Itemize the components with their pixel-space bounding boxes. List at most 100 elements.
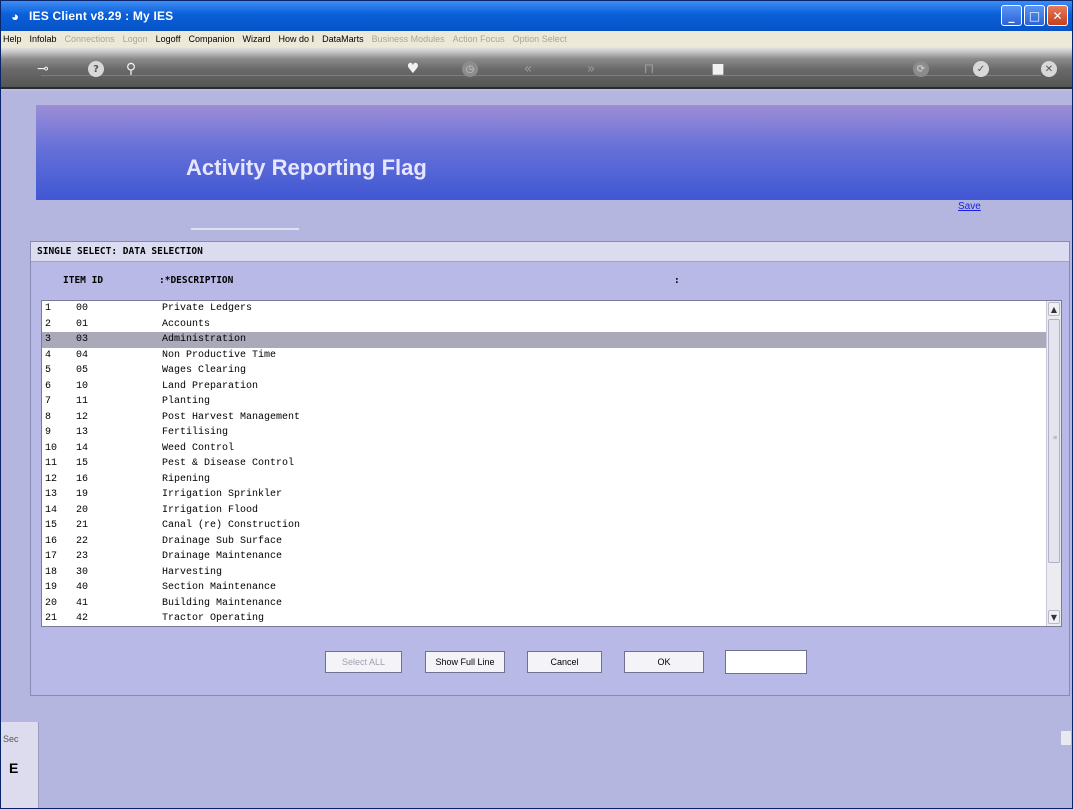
menu-bar: Help Infolab Connections Logon Logoff Compani… [1,31,1072,47]
row-number: 18 [45,566,58,578]
item-description: Land Preparation [162,380,259,392]
title-bar[interactable]: ◕ IES Client v8.29 : My IES _ □ ✕ [1,1,1072,31]
edge-tab [1061,731,1071,745]
search-icon[interactable]: ⚲ [119,57,143,81]
dialog-title: SINGLE SELECT: DATA SELECTION [37,246,203,257]
list-item[interactable]: 15 21 Canal (re) Construction [42,518,1061,534]
side-panel: Sec E [1,722,39,808]
square-icon[interactable]: ■ [706,57,730,81]
menu-item-connections[interactable]: Connections [65,34,115,44]
item-description: Wages Clearing [162,365,247,376]
item-description: Pest & Disease Control [162,458,295,469]
list-item[interactable]: 14 20 Irrigation Flood [42,503,1061,519]
row-number: 9 [45,427,52,438]
item-id: 40 [76,582,89,593]
key-icon[interactable]: ⊸ [31,57,55,81]
list-item[interactable]: 18 30 Harvesting [42,565,1061,581]
check-icon[interactable]: ✓ [969,57,993,81]
ok-button[interactable]: OK [624,651,704,673]
close-icon[interactable]: ✕ [1037,57,1061,81]
stop-icon[interactable]: ⊓ [637,57,661,81]
row-number: 10 [45,442,58,454]
list-item[interactable]: 21 42 Tractor Operating [42,611,1061,626]
selection-list[interactable]: 1 00 Private Ledgers 2 01 Accounts 3 03 Administ… [41,300,1062,627]
item-id: 42 [76,613,89,624]
scroll-down-icon[interactable]: ▼ [1048,610,1060,624]
item-description: Ripening [162,473,211,485]
list-item[interactable]: 17 23 Drainage Maintenance [42,549,1061,565]
item-description: Administration [162,334,247,345]
item-description: Building Maintenance [162,597,283,609]
list-item[interactable]: 2 01 Accounts [42,317,1061,333]
tab-indicator [191,228,299,230]
item-description: Non Productive Time [162,349,277,361]
scroll-thumb[interactable]: ≡ [1048,319,1060,563]
item-description: Irrigation Flood [162,504,259,516]
row-number: 1 [45,303,52,314]
show-full-line-button[interactable]: Show Full Line [425,651,505,673]
item-description: Private Ledgers [162,303,253,314]
item-id: 16 [76,473,89,485]
item-id: 10 [76,380,89,392]
item-description: Section Maintenance [162,582,277,593]
row-number: 15 [45,520,58,531]
item-id: 05 [76,365,89,376]
list-item[interactable]: 20 41 Building Maintenance [42,596,1061,612]
column-header-extra: : [674,275,680,286]
list-item[interactable]: 10 14 Weed Control [42,441,1061,457]
item-id: 15 [76,458,89,469]
heart-icon[interactable]: ♥ [401,57,425,81]
scroll-up-icon[interactable]: ▲ [1048,302,1060,316]
menu-item-how-do-i[interactable]: How do I [279,34,315,44]
menu-item-companion[interactable]: Companion [189,34,235,44]
side-panel-glyph: E [9,760,19,776]
select-all-button[interactable]: Select ALL [325,651,402,673]
app-icon: ◕ [11,8,19,24]
item-id: 21 [76,520,89,531]
item-id: 12 [76,411,89,423]
forward-icon[interactable]: » [579,57,603,81]
row-number: 16 [45,535,58,547]
list-item[interactable]: 19 40 Section Maintenance [42,580,1061,596]
list-item[interactable]: 9 13 Fertilising [42,425,1061,441]
menu-item-logon[interactable]: Logon [123,34,148,44]
help-icon[interactable]: ? [84,57,108,81]
refresh-icon[interactable]: ⟳ [909,57,933,81]
list-rows: 1 00 Private Ledgers 2 01 Accounts 3 03 Administ… [42,301,1061,626]
back-icon[interactable]: « [516,57,540,81]
list-item[interactable]: 5 05 Wages Clearing [42,363,1061,379]
item-description: Drainage Sub Surface [162,535,283,547]
maximize-button[interactable]: □ [1024,5,1045,26]
menu-item-infolab[interactable]: Infolab [30,34,57,44]
menu-item-help[interactable]: Help [3,34,22,44]
list-item[interactable]: 7 11 Planting [42,394,1061,410]
menu-item-option-select[interactable]: Option Select [513,34,567,44]
list-item[interactable]: 1 00 Private Ledgers [42,301,1061,317]
close-button[interactable]: ✕ [1047,5,1068,26]
menu-item-datamarts[interactable]: DataMarts [322,34,364,44]
cancel-button[interactable]: Cancel [527,651,602,673]
search-input[interactable] [725,650,807,674]
row-number: 4 [45,349,52,361]
menu-item-wizard[interactable]: Wizard [243,34,271,44]
menu-item-business-modules[interactable]: Business Modules [372,34,445,44]
app-window: ◕ IES Client v8.29 : My IES _ □ ✕ Help In… [0,0,1073,809]
minimize-button[interactable]: _ [1001,5,1022,26]
save-link[interactable]: Save [958,201,981,212]
row-number: 14 [45,504,58,516]
list-item[interactable]: 6 10 Land Preparation [42,379,1061,395]
vertical-scrollbar[interactable]: ▲ ≡ ▼ [1046,301,1061,626]
list-item[interactable]: 8 12 Post Harvest Management [42,410,1061,426]
grip-icon: ≡ [1052,435,1058,442]
toolbar: ⊸ ? ⚲ ♥ ◷ « » ⊓ ■ ⟳ ✓ ✕ [1,47,1072,89]
list-item[interactable]: 16 22 Drainage Sub Surface [42,534,1061,550]
item-description: Harvesting [162,566,223,578]
list-item[interactable]: 13 19 Irrigation Sprinkler [42,487,1061,503]
clock-icon[interactable]: ◷ [458,57,482,81]
list-item[interactable]: 4 04 Non Productive Time [42,348,1061,364]
menu-item-action-focus[interactable]: Action Focus [453,34,505,44]
list-item[interactable]: 3 03 Administration [42,332,1061,348]
menu-item-logoff[interactable]: Logoff [156,34,181,44]
list-item[interactable]: 12 16 Ripening [42,472,1061,488]
list-item[interactable]: 11 15 Pest & Disease Control [42,456,1061,472]
